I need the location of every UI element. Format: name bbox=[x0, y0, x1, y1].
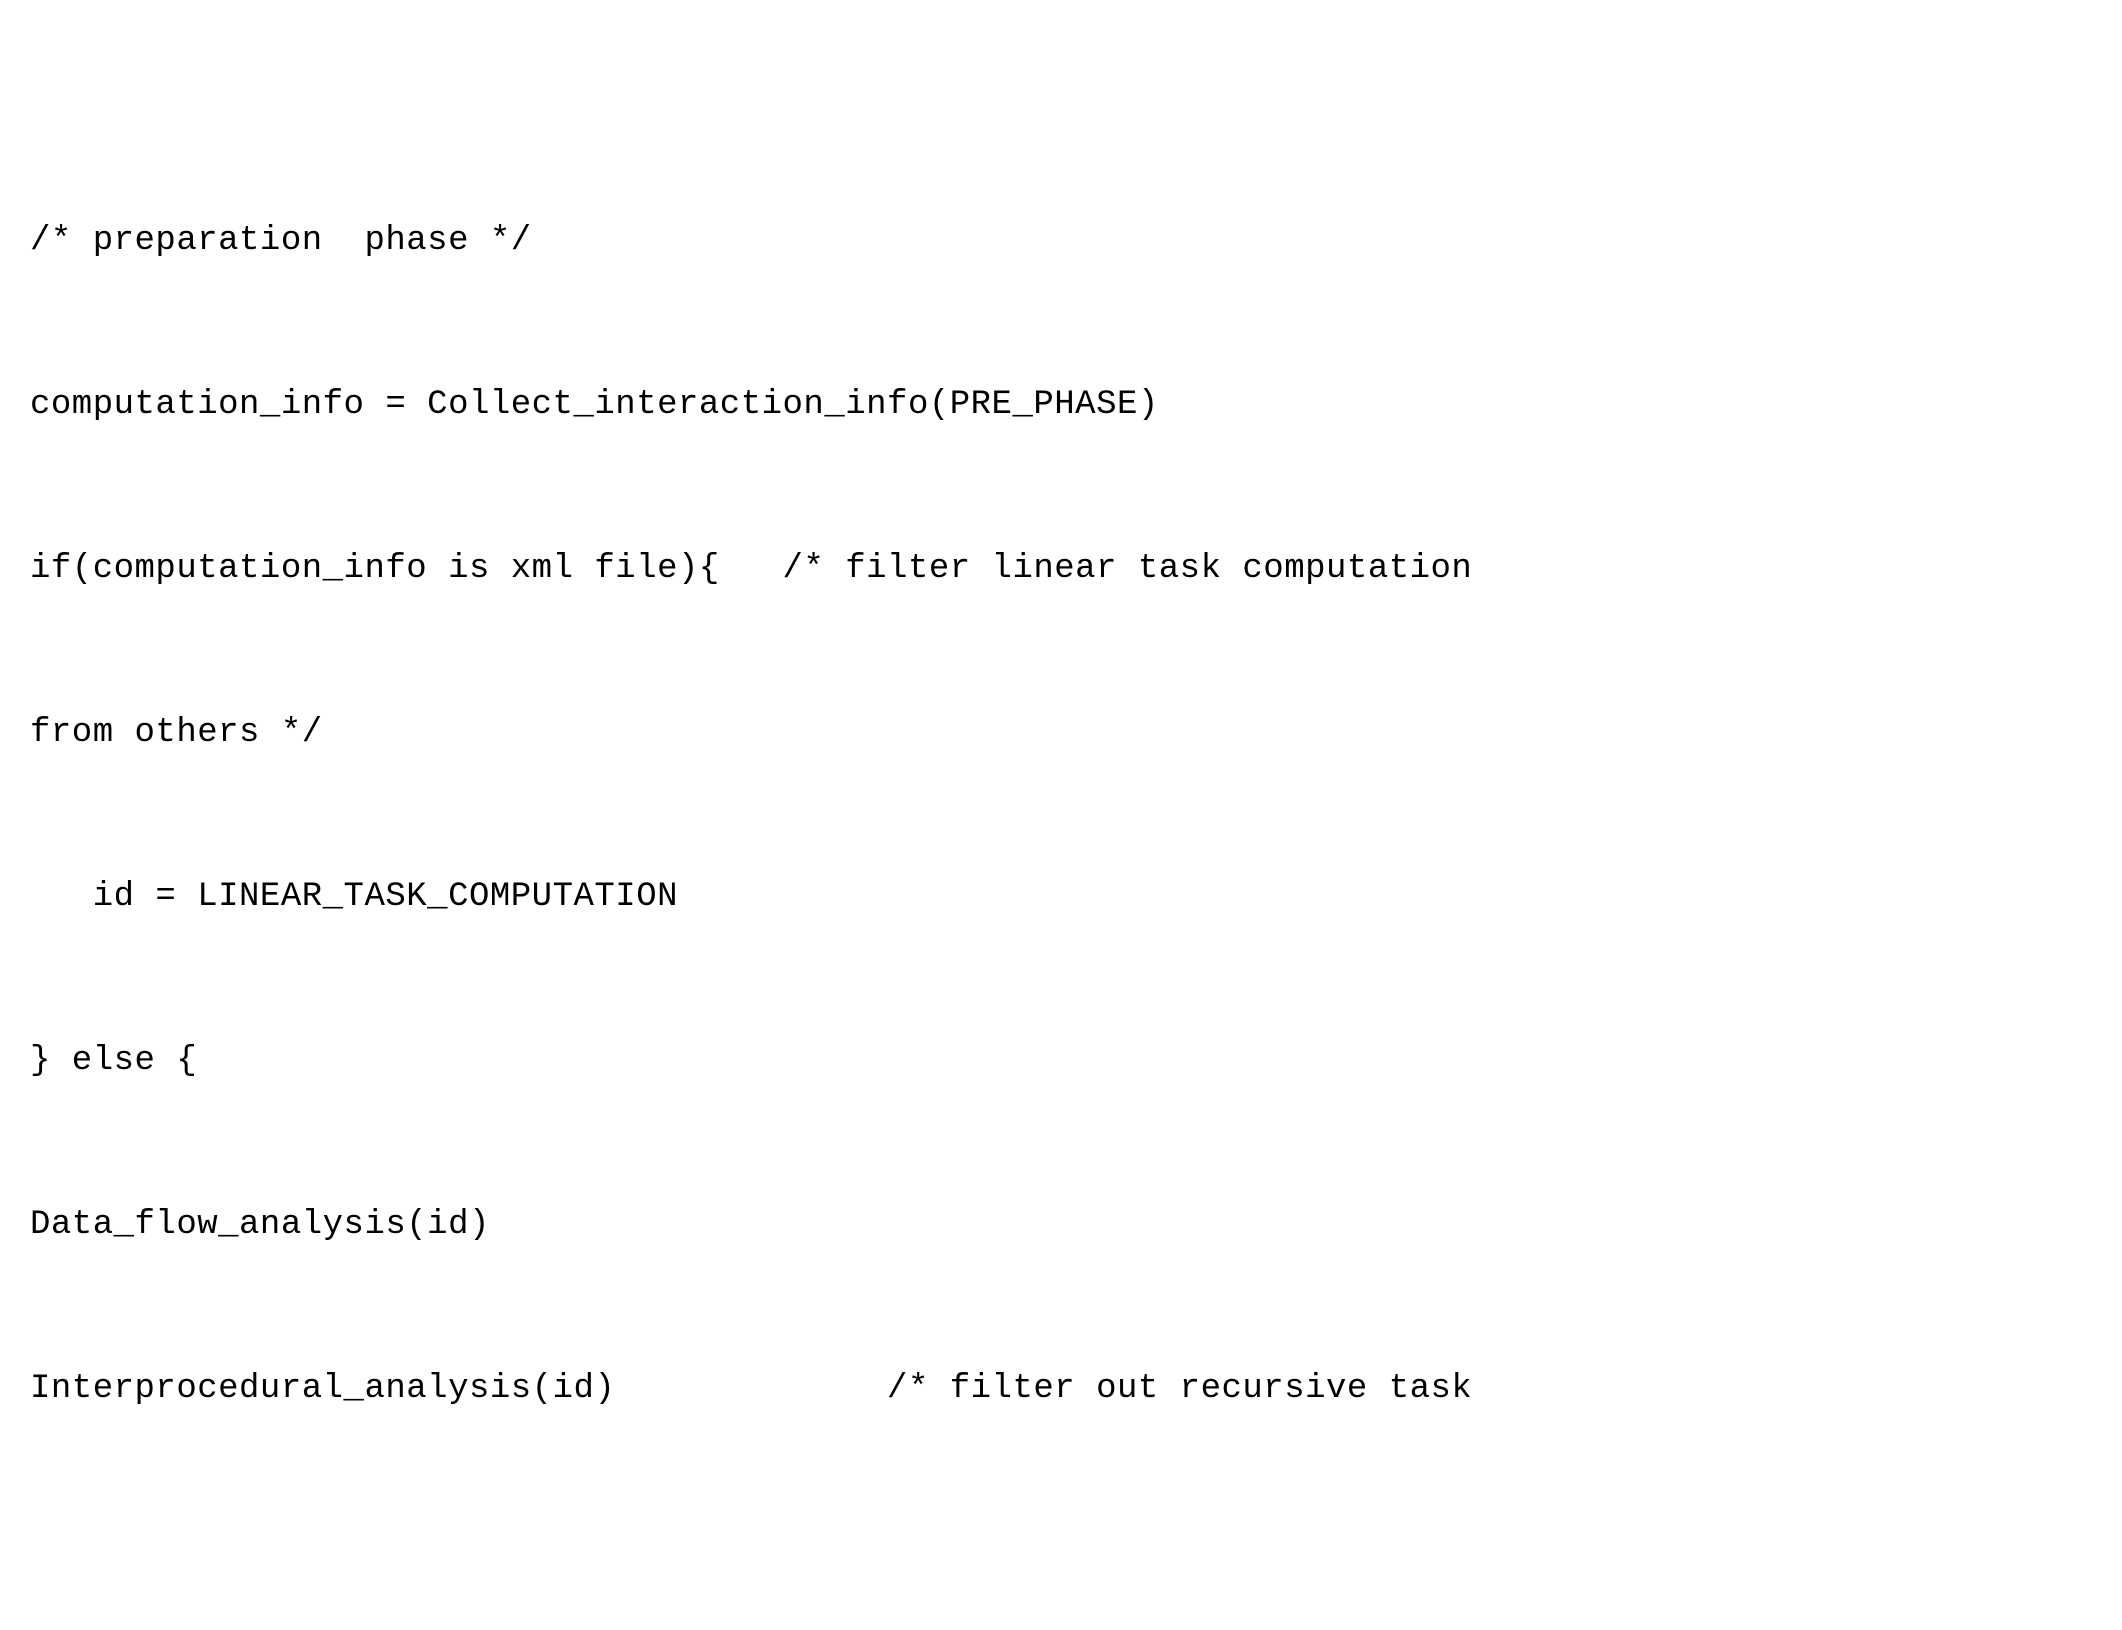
code-snippet: /* preparation phase */ computation_info… bbox=[30, 156, 2092, 1440]
code-line: Interprocedural_analysis(id) /* filter o… bbox=[30, 1372, 2092, 1406]
code-line: id = LINEAR_TASK_COMPUTATION bbox=[30, 880, 2092, 914]
code-line: computation_info = Collect_interaction_i… bbox=[30, 388, 2092, 422]
code-line: /* preparation phase */ bbox=[30, 224, 2092, 258]
code-line: if(computation_info is xml file){ /* fil… bbox=[30, 552, 2092, 586]
code-line: } else { bbox=[30, 1044, 2092, 1078]
code-line: Data_flow_analysis(id) bbox=[30, 1208, 2092, 1242]
code-line: from others */ bbox=[30, 716, 2092, 750]
